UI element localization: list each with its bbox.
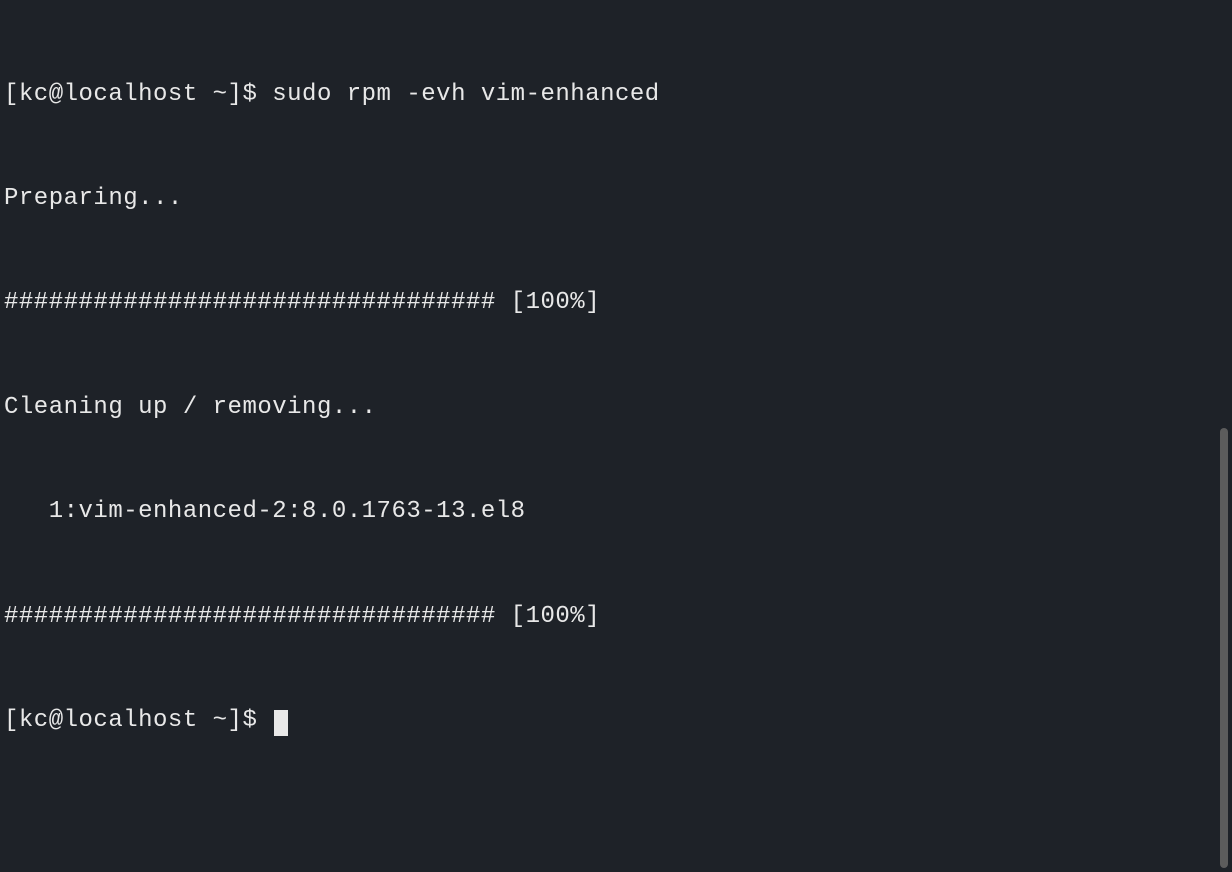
terminal-output-line: Preparing... — [4, 182, 1228, 217]
terminal-output-line: Cleaning up / removing... — [4, 391, 1228, 426]
terminal-output-line: ################################# [100%] — [4, 600, 1228, 635]
terminal-output-line: 1:vim-enhanced-2:8.0.1763-13.el8 — [4, 495, 1228, 530]
terminal-prompt: [kc@localhost ~]$ — [4, 707, 272, 734]
terminal-output-line: [kc@localhost ~]$ sudo rpm -evh vim-enha… — [4, 78, 1228, 113]
terminal-output-line: ################################# [100%] — [4, 286, 1228, 321]
terminal-window[interactable]: [kc@localhost ~]$ sudo rpm -evh vim-enha… — [4, 8, 1228, 774]
scrollbar-thumb[interactable] — [1220, 428, 1228, 868]
terminal-prompt-line[interactable]: [kc@localhost ~]$ — [4, 704, 1228, 739]
terminal-cursor — [274, 710, 288, 736]
